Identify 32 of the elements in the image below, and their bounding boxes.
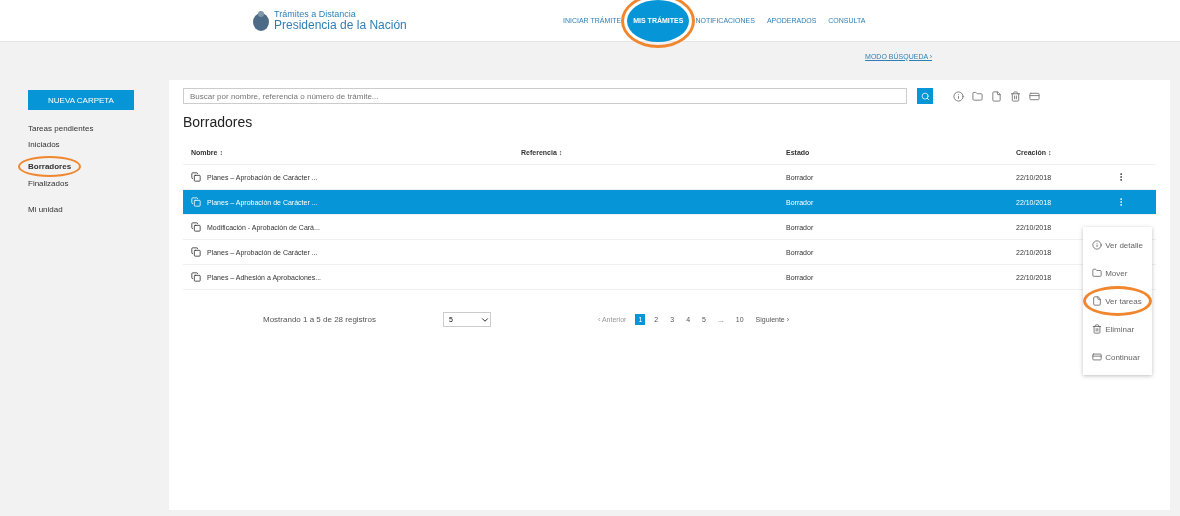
- copy-icon: [191, 197, 201, 207]
- emblem-icon: [252, 9, 270, 32]
- document-icon[interactable]: [991, 90, 1002, 102]
- results-summary: Mostrando 1 a 5 de 28 registros: [263, 315, 377, 324]
- menu-item[interactable]: Mover: [1089, 264, 1146, 282]
- copy-icon: [191, 247, 201, 257]
- sidebar-item[interactable]: Iniciados: [28, 140, 60, 154]
- sidebar-item[interactable]: Tareas pendientes: [28, 124, 94, 138]
- info-icon: [1092, 240, 1103, 250]
- sidebar-item[interactable]: Finalizados: [28, 179, 69, 193]
- copy-icon: [191, 172, 201, 182]
- logo-title: Presidencia de la Nación: [274, 19, 407, 31]
- menu-item[interactable]: Eliminar: [1089, 320, 1146, 338]
- copy-icon: [191, 272, 201, 282]
- document-icon: [1092, 296, 1103, 306]
- page-title: Borradores: [183, 114, 254, 130]
- sidebar-item[interactable]: Mi unidad: [28, 205, 63, 219]
- logo-subtitle: Trámites a Distancia: [274, 10, 357, 19]
- trash-icon: [1092, 324, 1103, 334]
- folder-icon: [1092, 268, 1103, 278]
- search-button[interactable]: [917, 88, 933, 104]
- menu-item[interactable]: Continuar: [1089, 348, 1146, 366]
- search-icon: [920, 91, 930, 101]
- copy-icon: [191, 222, 201, 232]
- card-icon[interactable]: [1029, 90, 1040, 102]
- trash-icon[interactable]: [1010, 90, 1021, 102]
- menu-item[interactable]: Ver tareas: [1089, 292, 1146, 310]
- folder-icon[interactable]: [972, 90, 983, 102]
- search-field[interactable]: Buscar por nombre, referencia o número de trámite...: [183, 88, 907, 104]
- sidebar-item[interactable]: Borradores: [18, 156, 82, 177]
- info-icon[interactable]: [953, 90, 964, 102]
- card-icon: [1092, 352, 1103, 362]
